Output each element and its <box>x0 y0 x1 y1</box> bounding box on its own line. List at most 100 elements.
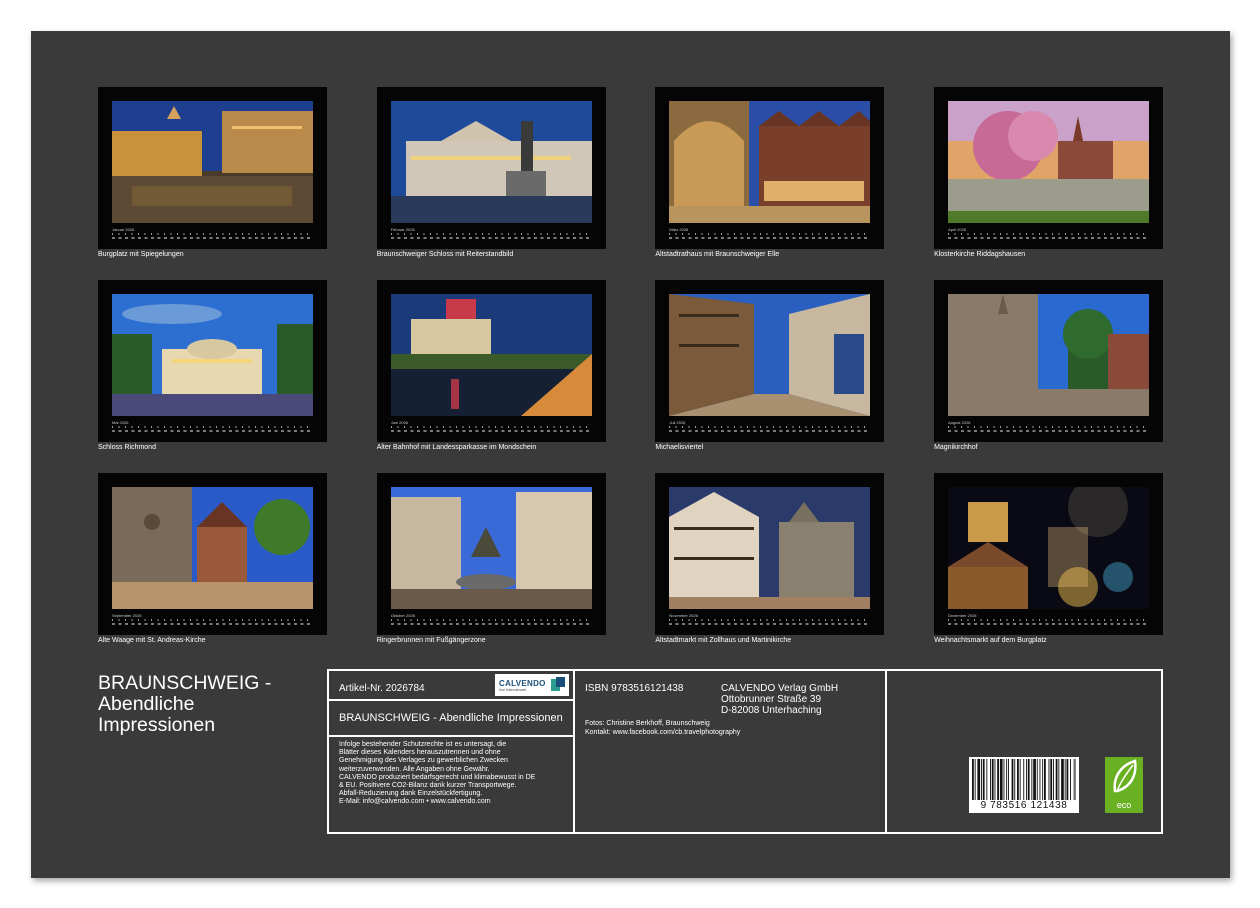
publisher-line: CALVENDO Verlag GmbH <box>721 683 838 694</box>
day-strip <box>112 233 313 242</box>
month-card: Dezember 2026Weihnachtsmarkt auf dem Bur… <box>934 473 1163 635</box>
month-photo <box>391 294 592 416</box>
month-thumbnail: November 2026 <box>655 473 884 635</box>
legal-line: Blätter dieses Kalenders herauszutrennen… <box>339 749 535 757</box>
calendar-title-line: Impressionen <box>98 715 318 736</box>
month-photo <box>669 294 870 416</box>
photo-image <box>669 294 870 416</box>
calvendo-logo-text: CALVENDO <box>499 679 546 688</box>
month-caption: Schloss Richmond <box>98 444 156 451</box>
photo-image <box>948 487 1149 609</box>
month-thumbnail: April 2026 <box>934 87 1163 249</box>
legal-notice: Infolge bestehender Schutzrechte ist es … <box>339 741 535 807</box>
product-title: BRAUNSCHWEIG - Abendliche Impressionen <box>339 712 563 724</box>
day-strip <box>391 233 592 242</box>
month-thumbnail: August 2026 <box>934 280 1163 442</box>
month-label: Februar 2026 <box>391 227 415 232</box>
day-strip <box>391 426 592 435</box>
month-card: Januar 2026Burgplatz mit Spiegelungen <box>98 87 327 249</box>
day-strip <box>112 619 313 628</box>
legal-line: Infolge bestehender Schutzrechte ist es … <box>339 741 535 749</box>
eco-label: eco <box>1105 800 1143 810</box>
day-strip <box>669 619 870 628</box>
photo-image <box>948 101 1149 223</box>
month-photo <box>948 294 1149 416</box>
month-label: Oktober 2026 <box>391 613 415 618</box>
month-label: August 2026 <box>948 420 970 425</box>
month-thumbnail: Dezember 2026 <box>934 473 1163 635</box>
month-card: April 2026Klosterkirche Riddagshausen <box>934 87 1163 249</box>
month-photo <box>391 101 592 223</box>
calendar-title-line: BRAUNSCHWEIG - <box>98 673 318 694</box>
legal-line: weiterzuverwenden. Alle Angaben ohne Gew… <box>339 766 535 774</box>
product-info-box: Artikel-Nr. 2026784 CALVENDO Ihre Kalend… <box>327 669 1163 834</box>
month-label: Januar 2026 <box>112 227 134 232</box>
month-card: August 2026Magnikirchhof <box>934 280 1163 442</box>
month-card: November 2026Altstadtmarkt mit Zollhaus … <box>655 473 884 635</box>
month-thumbnail: Juli 2026 <box>655 280 884 442</box>
photo-image <box>391 101 592 223</box>
month-photo <box>669 101 870 223</box>
month-caption: Alte Waage mit St. Andreas-Kirche <box>98 637 206 644</box>
month-card: Juli 2026Michaelisviertel <box>655 280 884 442</box>
publisher-address: CALVENDO Verlag GmbH Ottobrunner Straße … <box>721 683 838 716</box>
publisher-line: Ottobrunner Straße 39 <box>721 694 838 705</box>
day-strip <box>948 619 1149 628</box>
calendar-title-line: Abendliche <box>98 694 318 715</box>
divider <box>885 671 887 832</box>
month-card: Oktober 2026Ringerbrunnen mit Fußgängerz… <box>377 473 606 635</box>
divider <box>329 735 575 737</box>
month-label: Juli 2026 <box>669 420 685 425</box>
month-label: Mai 2026 <box>112 420 128 425</box>
month-card: Juni 2026Alter Bahnhof mit Landessparkas… <box>377 280 606 442</box>
month-card: Februar 2026Braunschweiger Schloss mit R… <box>377 87 606 249</box>
month-thumbnail: März 2026 <box>655 87 884 249</box>
day-strip <box>948 426 1149 435</box>
calvendo-mark-icon <box>551 677 565 693</box>
article-number: Artikel-Nr. 2026784 <box>339 683 425 694</box>
legal-line: Abfall-Reduzierung dank Einzelstückferti… <box>339 790 535 798</box>
day-strip <box>669 233 870 242</box>
day-strip <box>669 426 870 435</box>
calendar-title: BRAUNSCHWEIG - Abendliche Impressionen <box>98 673 318 736</box>
month-card: September 2026Alte Waage mit St. Andreas… <box>98 473 327 635</box>
month-photo <box>948 487 1149 609</box>
month-caption: Michaelisviertel <box>655 444 703 451</box>
month-caption: Altstadtmarkt mit Zollhaus und Martiniki… <box>655 637 791 644</box>
photo-image <box>112 294 313 416</box>
month-photo <box>669 487 870 609</box>
day-strip <box>948 233 1149 242</box>
month-card: März 2026Altstadtrathaus mit Braunschwei… <box>655 87 884 249</box>
month-thumbnail: Oktober 2026 <box>377 473 606 635</box>
isbn: ISBN 9783516121438 <box>585 683 683 694</box>
month-caption: Altstadtrathaus mit Braunschweiger Elle <box>655 251 779 258</box>
isbn-barcode: 9 783516 121438 <box>969 757 1079 813</box>
month-photo <box>112 294 313 416</box>
legal-line: & EU. Positivere CO2-Bilanz dank kurzer … <box>339 782 535 790</box>
month-caption: Alter Bahnhof mit Landessparkasse im Mon… <box>377 444 537 451</box>
month-thumbnail: Juni 2026 <box>377 280 606 442</box>
month-caption: Weihnachtsmarkt auf dem Burgplatz <box>934 637 1047 644</box>
month-photo <box>391 487 592 609</box>
legal-line: E-Mail: info@calvendo.com • www.calvendo… <box>339 798 535 806</box>
photo-image <box>112 487 313 609</box>
barcode-number: 9 783516 121438 <box>969 800 1079 811</box>
photo-image <box>669 101 870 223</box>
barcode-icon <box>972 759 1076 800</box>
calvendo-logo: CALVENDO Ihre Kalenderwelt <box>495 674 569 696</box>
legal-line: CALVENDO produziert bedarfsgerecht und k… <box>339 774 535 782</box>
eco-leaf-icon <box>1105 757 1143 797</box>
month-label: September 2026 <box>112 613 142 618</box>
photo-image <box>391 487 592 609</box>
month-thumbnail: Februar 2026 <box>377 87 606 249</box>
month-card: Mai 2026Schloss Richmond <box>98 280 327 442</box>
photo-image <box>112 101 313 223</box>
divider <box>329 699 575 701</box>
month-label: Dezember 2026 <box>948 613 976 618</box>
month-thumbnail: September 2026 <box>98 473 327 635</box>
month-grid: Januar 2026Burgplatz mit Spiegelungen Feb… <box>98 87 1163 635</box>
credits: Fotos: Christine Berkhoff, Braunschweig … <box>585 720 740 737</box>
month-caption: Klosterkirche Riddagshausen <box>934 251 1025 258</box>
photo-image <box>391 294 592 416</box>
month-caption: Braunschweiger Schloss mit Reiterstandbi… <box>377 251 514 258</box>
